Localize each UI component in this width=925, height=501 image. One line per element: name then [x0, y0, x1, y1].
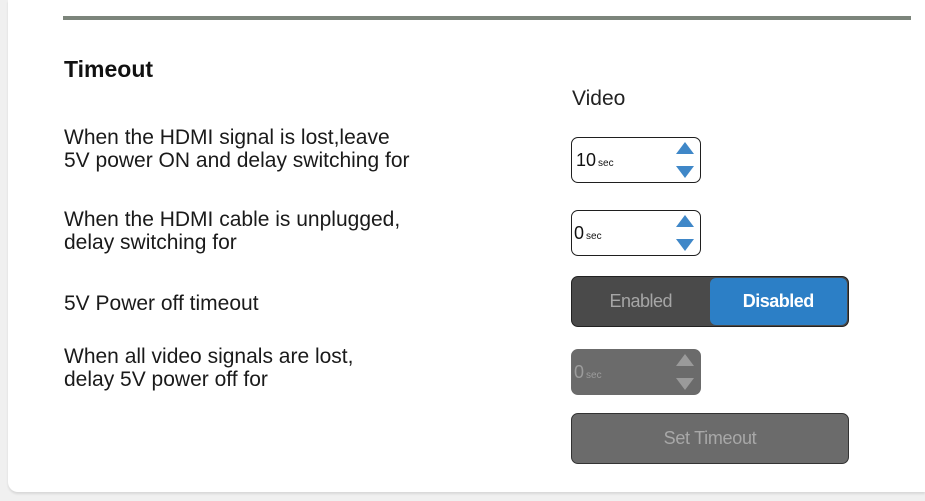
hdmi-cable-unplugged-stepper[interactable]: 0 sec	[571, 210, 701, 256]
triangle-up-icon[interactable]	[676, 215, 694, 227]
power-off-timeout-label: 5V Power off timeout	[64, 292, 259, 315]
all-signals-lost-label: When all video signals are lost, delay 5…	[64, 345, 354, 391]
stepper-value[interactable]: 0 sec	[574, 223, 602, 244]
hdmi-cable-unplugged-label: When the HDMI cable is unplugged, delay …	[64, 208, 401, 254]
toggle-disabled-option[interactable]: Disabled	[709, 278, 847, 325]
hdmi-signal-lost-stepper[interactable]: 10 sec	[571, 137, 701, 183]
triangle-down-icon[interactable]	[676, 239, 694, 251]
all-signals-lost-stepper[interactable]: 0 sec	[571, 349, 701, 395]
stepper-arrows	[674, 138, 696, 182]
column-header-video: Video	[572, 87, 626, 110]
timeout-panel: Timeout Video When the HDMI signal is lo…	[8, 0, 925, 492]
section-title: Timeout	[64, 56, 154, 82]
stepper-arrows	[674, 350, 696, 394]
section-divider	[63, 16, 911, 20]
toggle-enabled-option[interactable]: Enabled	[572, 277, 710, 326]
triangle-down-icon[interactable]	[676, 166, 694, 178]
power-off-timeout-toggle[interactable]: Enabled Disabled	[571, 276, 849, 327]
triangle-down-icon	[676, 378, 694, 390]
triangle-up-icon[interactable]	[676, 142, 694, 154]
stepper-value: 0 sec	[574, 362, 602, 382]
stepper-arrows	[674, 211, 696, 255]
hdmi-signal-lost-label: When the HDMI signal is lost,leave 5V po…	[64, 126, 410, 172]
stepper-value[interactable]: 10 sec	[576, 150, 614, 171]
triangle-up-icon	[676, 354, 694, 366]
set-timeout-button[interactable]: Set Timeout	[571, 413, 849, 464]
